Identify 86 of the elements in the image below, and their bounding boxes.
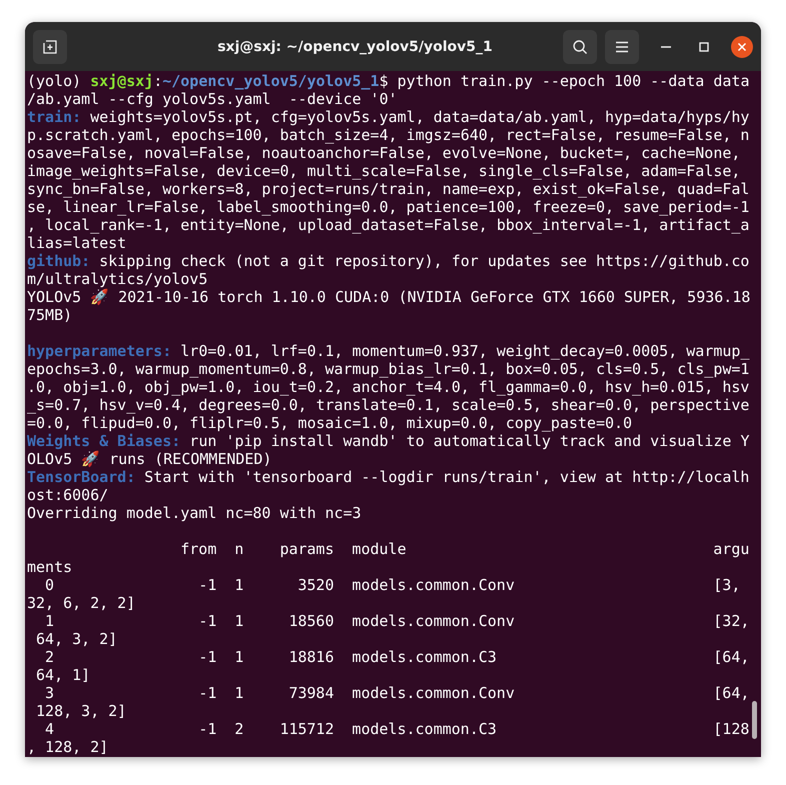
table-cell-text: 3520 — [296, 576, 334, 594]
table-cell-text: 64, 3, 2] — [35, 630, 118, 648]
new-tab-button[interactable] — [33, 30, 67, 64]
table-cell-text: 4 — [44, 720, 54, 738]
table-cell-text: 73984 — [288, 684, 334, 702]
terminal-text: p.scratch.yaml, epochs=100, batch_size=4, imgsz=640, rect=False, resume=False, n — [27, 126, 750, 144]
table-cell-text: models.common.C3 — [352, 720, 498, 738]
table-cell-text: 32, 6, 2, 2] — [27, 594, 136, 612]
log-label: hyperparameters: — [27, 342, 172, 360]
table-cell-text: 1 — [44, 612, 54, 630]
close-icon — [737, 42, 747, 52]
terminal-text: 75MB) — [27, 306, 72, 324]
table-cell: [64, — [713, 648, 750, 666]
table-cell-text: models.common.C3 — [352, 648, 498, 666]
table-cell-text: 115712 — [278, 720, 334, 738]
log-label: TensorBoard: — [27, 468, 136, 486]
prompt-path: ~/opencv_yolov5/yolov5_1 — [162, 72, 380, 90]
terminal-text: , local_rank=-1, entity=None, upload_dataset=False, bbox_interval=-1, artifact_a — [27, 216, 750, 234]
column-header: ments — [27, 558, 74, 576]
table-cell-text: 64, 1] — [35, 666, 92, 684]
terminal-text: OLOv5 🚀 runs (RECOMMENDED) — [27, 450, 272, 468]
terminal-text: =0.0, flipud=0.0, fliplr=0.5, mosaic=1.0, mixup=0.0, copy_paste=0.0 — [27, 414, 632, 432]
terminal-text: ost:6006/ — [27, 486, 108, 504]
table-cell-text: 128, 3, 2] — [35, 702, 128, 720]
table-cell-text: 2 — [234, 720, 244, 738]
terminal-text: epochs=3.0, warmup_momentum=0.8, warmup_bias_lr=0.1, box=0.05, cls=0.5, cls_pw=1 — [27, 360, 750, 378]
new-tab-icon — [42, 38, 58, 54]
column-header: params — [278, 540, 334, 558]
table-cell-text: models.common.Conv — [352, 612, 516, 630]
prompt-user: sxj@sxj — [90, 72, 154, 90]
terminal-text: lr0=0.01, lrf=0.1, momentum=0.937, weight_decay=0.0005, warmup_ — [180, 342, 750, 360]
scrollbar-thumb[interactable] — [752, 701, 757, 739]
table-cell-text: -1 — [198, 612, 217, 630]
table-cell-text: -1 — [198, 720, 217, 738]
terminal-text: : — [153, 72, 162, 90]
terminal-text: osave=False, noval=False, noautoanchor=False, evolve=None, bucket=, cache=None, — [27, 144, 740, 162]
table-cell-text: 1 — [234, 612, 244, 630]
terminal-text: skipping check (not a git repository), for updates see https://github.co — [98, 252, 750, 270]
table-cell-text: 18816 — [288, 648, 334, 666]
table-cell-text: , 128, 2] — [27, 738, 110, 756]
terminal-text: image_weights=False, device=0, multi_scale=False, single_cls=False, adam=False, — [27, 162, 740, 180]
table-cell-text: models.common.Conv — [352, 684, 516, 702]
maximize-icon — [699, 42, 709, 52]
table-cell: [128 — [713, 720, 750, 738]
table-cell: [32, — [713, 612, 750, 630]
search-button[interactable] — [563, 30, 597, 64]
table-cell: [64, — [713, 684, 750, 702]
column-header: n — [234, 540, 244, 558]
search-icon — [572, 38, 588, 54]
terminal-text: weights=yolov5s.pt, cfg=yolov5s.yaml, data=data/ab.yaml, hyp=data/hyps/hy — [89, 108, 750, 126]
terminal-text: .0, obj=1.0, obj_pw=1.0, iou_t=0.2, anchor_t=4.0, fl_gamma=0.0, hsv_h=0.015, hsv — [27, 378, 750, 396]
minimize-icon — [661, 46, 671, 48]
column-header: module — [352, 540, 408, 558]
terminal-text: m/ultralytics/yolov5 — [27, 270, 208, 288]
table-cell-text: -1 — [198, 648, 217, 666]
table-cell-text: -1 — [198, 684, 217, 702]
terminal-text: lias=latest — [27, 234, 126, 252]
terminal-text: /ab.yaml --cfg yolov5s.yaml --device '0' — [27, 90, 398, 108]
close-button[interactable] — [731, 36, 753, 58]
terminal-text: $ python train.py --epoch 100 --data data — [379, 72, 750, 90]
menu-icon — [615, 40, 629, 52]
terminal-text: run 'pip install wandb' to automatically track and visualize Y — [188, 432, 750, 450]
terminal-text: Overriding model.yaml nc=80 with nc=3 — [27, 504, 362, 522]
table-cell-text: 1 — [234, 684, 244, 702]
table-cell-text: 0 — [44, 576, 54, 594]
terminal-text: (yolo) — [27, 72, 82, 90]
table-cell-text: [3, — [713, 576, 742, 594]
terminal-text: YOLOv5 🚀 2021-10-16 torch 1.10.0 CUDA:0 (NVIDIA GeForce GTX 1660 SUPER, 5936.18 — [27, 288, 750, 306]
table-cell-text: 1 — [234, 576, 244, 594]
column-header: argu — [713, 540, 750, 558]
log-label: Weights & Biases: — [27, 432, 181, 450]
table-cell-text: -1 — [198, 576, 217, 594]
window-title: sxj@sxj: ~/opencv_yolov5/yolov5_1 — [216, 38, 494, 54]
menu-button[interactable] — [605, 30, 639, 64]
terminal-text: sync_bn=False, workers=8, project=runs/train, name=exp, exist_ok=False, quad=Fal — [27, 180, 750, 198]
log-label: train: — [27, 108, 82, 126]
terminal-text: se, linear_lr=False, label_smoothing=0.0, patience=100, freeze=0, save_period=-1 — [27, 198, 750, 216]
terminal-text: _s=0.7, hsv_v=0.4, degrees=0.0, translate=0.1, scale=0.5, shear=0.0, perspective — [27, 396, 750, 414]
table-cell-text: models.common.Conv — [352, 576, 516, 594]
column-header: from — [180, 540, 217, 558]
log-label: github: — [27, 252, 90, 270]
table-cell-text: 1 — [234, 648, 244, 666]
table-cell-text: 3 — [44, 684, 54, 702]
terminal-text: Start with 'tensorboard --logdir runs/train', view at http://localh — [143, 468, 750, 486]
table-cell-text: 18560 — [288, 612, 334, 630]
table-cell-text: 2 — [44, 648, 54, 666]
